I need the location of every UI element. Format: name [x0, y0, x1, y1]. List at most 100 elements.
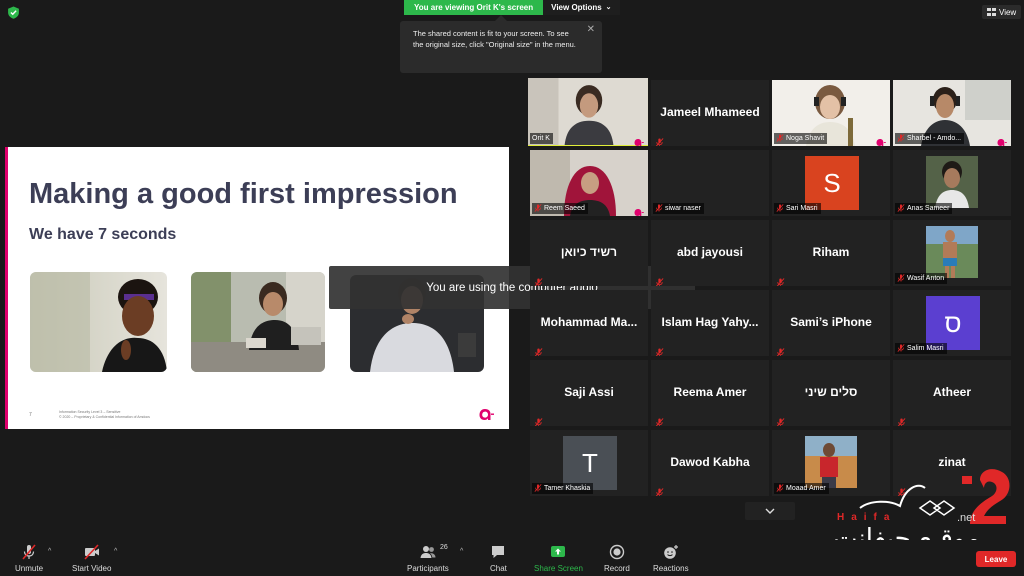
- muted-microphone-icon: [655, 274, 664, 286]
- participant-label: Anas Sameer: [895, 203, 953, 214]
- participant-name: abd jayousi: [676, 245, 744, 259]
- close-icon[interactable]: ✕: [587, 24, 595, 36]
- amdocs-badge-icon: [996, 134, 1007, 146]
- participant-label: siwar naser: [653, 203, 704, 214]
- participant-tile[interactable]: Islam Hag Yahy...: [651, 290, 769, 356]
- muted-microphone-icon: [776, 274, 785, 286]
- start-video-label: Start Video: [72, 564, 112, 573]
- muted-microphone-icon: [534, 414, 543, 426]
- participant-tile[interactable]: Riham: [772, 220, 890, 286]
- participant-tile[interactable]: Dawod Kabha: [651, 430, 769, 496]
- muted-microphone-icon: [655, 484, 664, 496]
- muted-microphone-icon: [655, 134, 664, 146]
- record-icon: [609, 544, 625, 560]
- slide-photo-smiling-woman: [30, 272, 167, 372]
- view-options-label: View Options: [551, 3, 602, 12]
- participant-name: Wasif Anton: [907, 275, 945, 282]
- participant-tile[interactable]: Mohammad Ma...: [530, 290, 648, 356]
- chat-button[interactable]: Chat: [490, 544, 507, 573]
- participant-tile[interactable]: Reema Amer: [651, 360, 769, 426]
- participant-name: Orit K: [532, 135, 550, 142]
- muted-microphone-icon: [534, 204, 542, 213]
- participants-caret-icon[interactable]: ^: [460, 548, 463, 555]
- tooltip-text: The shared content is fit to your screen…: [413, 29, 576, 49]
- muted-microphone-icon: [534, 484, 542, 493]
- participant-tile[interactable]: Atheer: [893, 360, 1011, 426]
- grid-view-icon: [987, 8, 996, 16]
- reactions-button[interactable]: Reactions: [653, 544, 689, 573]
- participant-tile[interactable]: ס Salim Masri: [893, 290, 1011, 356]
- muted-microphone-icon: [776, 414, 785, 426]
- video-options-caret-icon[interactable]: ^: [114, 548, 117, 555]
- slide-page-number: 7: [29, 412, 32, 418]
- participant-label: Sari Masri: [774, 203, 821, 214]
- participant-name: Sari Masri: [786, 205, 818, 212]
- muted-microphone-icon: [776, 204, 784, 213]
- participant-tile[interactable]: S Sari Masri: [772, 150, 890, 216]
- amdocs-logo-icon: [479, 409, 494, 420]
- record-button[interactable]: Record: [604, 544, 630, 573]
- amdocs-badge-icon: [633, 134, 644, 146]
- participant-tile[interactable]: Noga Shavit: [772, 80, 890, 146]
- meeting-controls-toolbar: Unmute ^ Start Video ^ 26 Participants ^: [0, 540, 1024, 576]
- participant-avatar: T: [563, 436, 617, 490]
- participant-tile[interactable]: סלים שיני: [772, 360, 890, 426]
- fit-to-screen-tooltip: The shared content is fit to your screen…: [400, 15, 602, 73]
- participant-label: Reem Saeed: [532, 203, 588, 214]
- participant-tile[interactable]: T Tamer Khaskia: [530, 430, 648, 496]
- muted-microphone-icon: [22, 544, 36, 560]
- participant-name: Salim Masri: [907, 345, 944, 352]
- share-screen-label: Share Screen: [534, 564, 583, 573]
- participants-icon: [420, 546, 436, 558]
- participant-tile[interactable]: abd jayousi: [651, 220, 769, 286]
- chat-bubble-icon: [492, 546, 505, 558]
- participant-tile[interactable]: siwar naser: [651, 150, 769, 216]
- participant-name: Atheer: [932, 385, 971, 399]
- reactions-label: Reactions: [653, 564, 689, 573]
- muted-microphone-icon: [776, 344, 785, 356]
- participant-name: Moaad Amer: [786, 485, 826, 492]
- muted-microphone-icon: [655, 204, 663, 213]
- participant-name: Mohammad Ma...: [540, 315, 638, 329]
- participant-name: Reem Saeed: [544, 205, 585, 212]
- muted-microphone-icon: [897, 274, 905, 283]
- start-video-button[interactable]: Start Video: [72, 544, 111, 573]
- view-label: View: [999, 7, 1017, 17]
- participant-tile[interactable]: Orit K: [528, 78, 648, 146]
- participant-label: Salim Masri: [895, 343, 947, 354]
- participant-avatar: S: [805, 156, 859, 210]
- encryption-shield-icon[interactable]: [7, 6, 20, 19]
- view-options-button[interactable]: View Options ⌄: [543, 0, 620, 15]
- muted-microphone-icon: [897, 204, 905, 213]
- participant-tile[interactable]: Sharbel - Amdo...: [893, 80, 1011, 146]
- chat-label: Chat: [490, 564, 507, 573]
- slide-footer: Information Security Level 3 – Sensitive…: [59, 410, 150, 419]
- chevron-down-icon: ⌄: [605, 4, 612, 11]
- record-label: Record: [604, 564, 630, 573]
- slide-subtitle: We have 7 seconds: [29, 226, 177, 243]
- screen-share-banner: You are viewing Orit K's screen View Opt…: [404, 0, 620, 15]
- muted-microphone-icon: [776, 134, 784, 143]
- participant-tile[interactable]: Wasif Anton: [893, 220, 1011, 286]
- view-button[interactable]: View: [982, 5, 1022, 19]
- unmute-button[interactable]: Unmute: [15, 544, 43, 573]
- participant-tile[interactable]: Reem Saeed: [530, 150, 648, 216]
- participant-tile[interactable]: Anas Sameer: [893, 150, 1011, 216]
- participant-tile[interactable]: Jameel Mhameed: [651, 80, 769, 146]
- leave-meeting-button[interactable]: Leave: [976, 551, 1016, 567]
- participants-button[interactable]: 26 Participants: [407, 544, 449, 573]
- gallery-next-page-button[interactable]: [745, 502, 795, 520]
- share-screen-button[interactable]: Share Screen: [534, 544, 583, 573]
- amdocs-badge-icon: [633, 204, 644, 216]
- participant-name: siwar naser: [665, 205, 701, 212]
- participants-label: Participants: [407, 564, 449, 573]
- muted-microphone-icon: [534, 274, 543, 286]
- audio-options-caret-icon[interactable]: ^: [48, 548, 51, 555]
- participant-tile[interactable]: רשיד כיואן: [530, 220, 648, 286]
- muted-microphone-icon: [897, 414, 906, 426]
- participant-tile[interactable]: Sami’s iPhone: [772, 290, 890, 356]
- participant-name: Tamer Khaskia: [544, 485, 591, 492]
- participant-tile[interactable]: Saji Assi: [530, 360, 648, 426]
- slide-title: Making a good first impression: [29, 178, 458, 210]
- participant-name: סלים שיני: [804, 385, 858, 399]
